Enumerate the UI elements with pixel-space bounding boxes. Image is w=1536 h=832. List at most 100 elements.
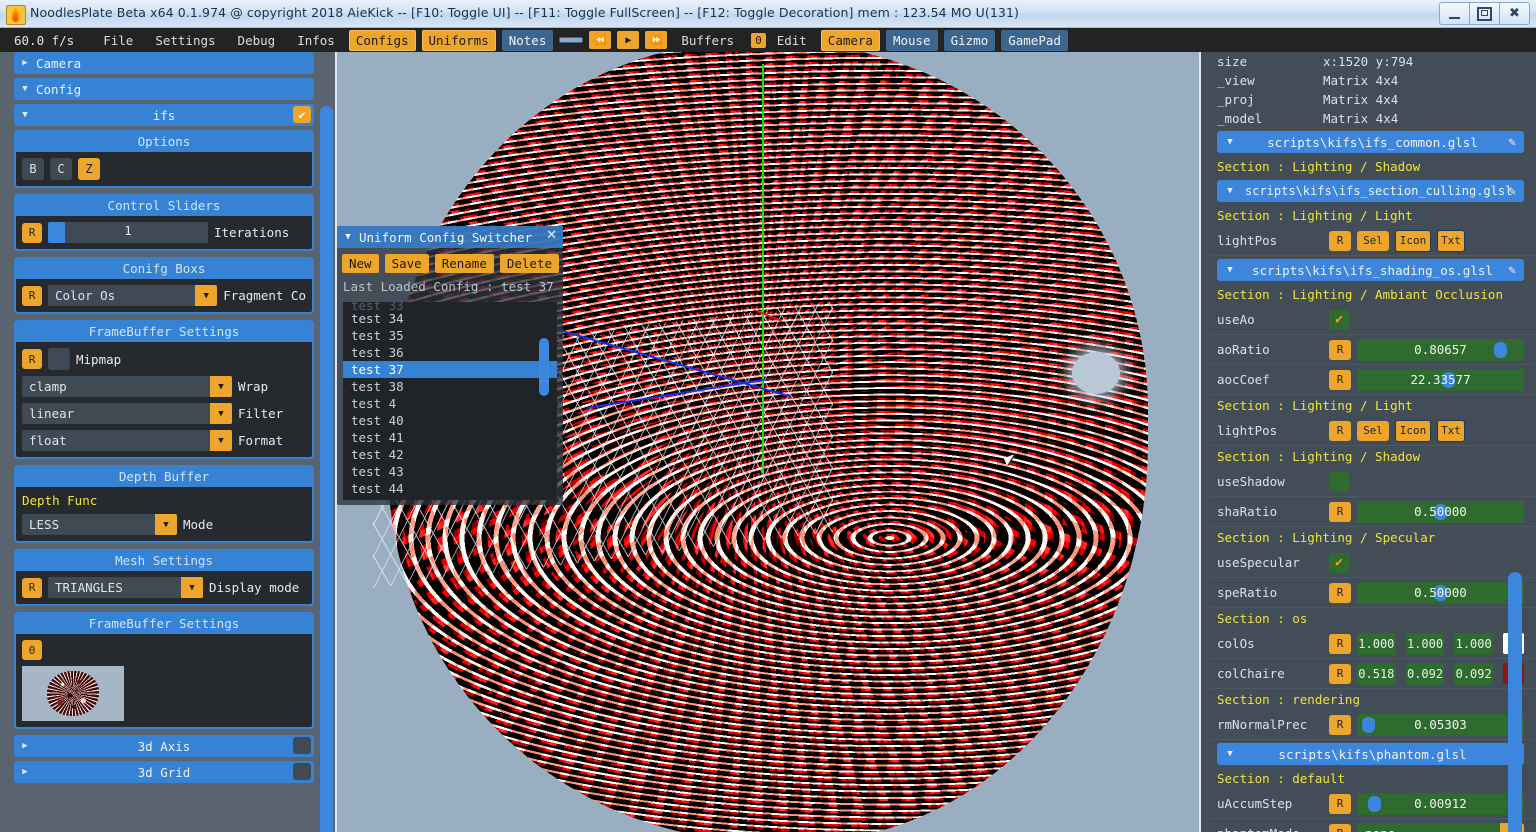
menu-settings[interactable]: Settings <box>144 31 226 50</box>
list-item[interactable]: test 44 <box>343 480 557 497</box>
tab-notes[interactable]: Notes <box>501 29 554 51</box>
shader-file-bar[interactable]: ▼ scripts\kifs\ifs_section_culling.glsl ✎ <box>1217 180 1524 202</box>
chevron-down-icon[interactable]: ▼ <box>210 430 232 451</box>
shader-file-bar[interactable]: ▼ scripts\kifs\ifs_shading_os.glsl ✎ <box>1217 259 1524 281</box>
uniform-combo[interactable]: none▼ <box>1357 822 1524 832</box>
uniform-reset-button[interactable]: R <box>1329 582 1351 603</box>
buffer-index-button[interactable]: 0 <box>22 640 42 660</box>
pencil-icon[interactable]: ✎ <box>1504 261 1520 278</box>
dialog-close-icon[interactable]: ✕ <box>546 228 557 243</box>
display-mode-combo[interactable]: TRIANGLES ▼ <box>48 577 203 598</box>
section-ifs[interactable]: ▼ ifs ✔ <box>14 104 314 126</box>
section-3d-grid[interactable]: ▶ 3d Grid <box>14 761 314 783</box>
list-item[interactable]: test 34 <box>343 310 557 327</box>
list-item[interactable]: test 42 <box>343 446 557 463</box>
list-item[interactable]: test 38 <box>343 378 557 395</box>
uniform-r-button[interactable]: R <box>1329 420 1351 441</box>
uniform-reset-button[interactable]: R <box>1329 793 1351 814</box>
uniform-color-component[interactable]: 0.092 <box>1454 662 1494 685</box>
uniform-checkbox[interactable]: ✔ <box>1329 552 1349 573</box>
menu-edit[interactable]: Edit <box>766 31 818 50</box>
uniform-slider[interactable]: 0.05303 <box>1357 713 1524 736</box>
section-config[interactable]: ▼ Config <box>14 78 314 100</box>
tab-camera[interactable]: Camera <box>820 29 880 51</box>
mesh-reset-button[interactable]: R <box>22 577 42 598</box>
first-frame-button[interactable]: ⏪ <box>589 31 612 49</box>
uniform-slider[interactable]: 0.50000 <box>1357 581 1524 604</box>
left-panel-scrollbar[interactable] <box>320 106 333 832</box>
uniform-checkbox[interactable] <box>1329 471 1349 492</box>
pencil-icon[interactable]: ✎ <box>1504 182 1520 199</box>
blank-toggle-button[interactable] <box>559 37 584 43</box>
colorOs-reset-button[interactable]: R <box>22 285 42 306</box>
mipmap-checkbox[interactable] <box>48 348 70 370</box>
ifs-enable-checkbox[interactable]: ✔ <box>293 106 311 123</box>
list-item[interactable]: test 35 <box>343 327 557 344</box>
minimize-button[interactable] <box>1439 2 1470 25</box>
list-item[interactable]: test 37 <box>343 361 557 378</box>
chevron-down-icon[interactable]: ▼ <box>1217 749 1243 759</box>
mipmap-reset-button[interactable]: R <box>22 349 42 369</box>
uniform-reset-button[interactable]: R <box>1329 633 1351 654</box>
uniform-color-component[interactable]: 1.000 <box>1357 632 1396 655</box>
save-config-button[interactable]: Save <box>384 254 429 273</box>
tab-gamepad[interactable]: GamePad <box>1001 29 1068 51</box>
last-frame-button[interactable]: ⏩ <box>645 31 668 49</box>
option-b-button[interactable]: B <box>22 158 44 180</box>
iterations-reset-button[interactable]: R <box>22 222 42 243</box>
wrap-combo[interactable]: clamp ▼ <box>22 376 232 397</box>
list-item[interactable]: test 41 <box>343 429 557 446</box>
chevron-down-icon[interactable]: ▼ <box>1217 186 1243 196</box>
uniform-icon-button[interactable]: Icon <box>1395 419 1431 442</box>
uniform-slider[interactable]: 22.33577 <box>1357 368 1524 391</box>
menu-buffers[interactable]: Buffers <box>670 31 745 50</box>
list-item[interactable]: test 43 <box>343 463 557 480</box>
format-combo[interactable]: float ▼ <box>22 430 232 451</box>
uniform-slider[interactable]: 0.00912 <box>1357 792 1524 815</box>
uniform-reset-button[interactable]: R <box>1329 663 1351 684</box>
uniform-slider[interactable]: 0.80657 <box>1357 338 1524 361</box>
menu-infos[interactable]: Infos <box>286 31 346 50</box>
uniform-r-button[interactable]: R <box>1329 230 1351 251</box>
uniform-reset-button[interactable]: R <box>1329 501 1351 522</box>
section-3d-axis[interactable]: ▶ 3d Axis <box>14 735 314 757</box>
3d-axis-checkbox[interactable] <box>293 737 311 754</box>
chevron-down-icon[interactable]: ▼ <box>155 514 177 535</box>
option-c-button[interactable]: C <box>50 158 72 180</box>
iterations-slider[interactable]: 1 <box>48 222 208 243</box>
option-z-button[interactable]: Z <box>78 158 100 180</box>
shader-file-bar[interactable]: ▼ scripts\kifs\ifs_common.glsl ✎ <box>1217 131 1524 153</box>
colorOs-combo[interactable]: Color Os ▼ <box>48 285 218 306</box>
uniform-reset-button[interactable]: R <box>1329 369 1351 390</box>
uniform-slider[interactable]: 0.50000 <box>1357 500 1524 523</box>
rename-config-button[interactable]: Rename <box>434 254 494 273</box>
uniform-color-component[interactable]: 0.518 <box>1357 662 1396 685</box>
uniform-reset-button[interactable]: R <box>1329 339 1351 360</box>
uniform-reset-button[interactable]: R <box>1329 823 1351 832</box>
section-camera[interactable]: ▶ Camera <box>14 52 314 74</box>
chevron-down-icon[interactable]: ▼ <box>337 232 359 242</box>
chevron-down-icon[interactable]: ▼ <box>1217 265 1243 275</box>
uniform-icon-button[interactable]: Icon <box>1395 229 1431 252</box>
list-item[interactable]: test 4 <box>343 395 557 412</box>
3d-grid-checkbox[interactable] <box>293 763 311 780</box>
uniform-reset-button[interactable]: R <box>1329 714 1351 735</box>
chevron-down-icon[interactable]: ▼ <box>1217 137 1243 147</box>
play-button[interactable]: ▶ <box>617 31 640 49</box>
uniform-color-component[interactable]: 0.092 <box>1405 662 1445 685</box>
uniform-txt-button[interactable]: Txt <box>1437 419 1465 442</box>
maximize-button[interactable] <box>1470 2 1500 25</box>
uniform-color-component[interactable]: 1.000 <box>1405 632 1445 655</box>
depth-mode-combo[interactable]: LESS ▼ <box>22 514 177 535</box>
tab-mouse[interactable]: Mouse <box>885 29 938 51</box>
list-item[interactable]: test 40 <box>343 412 557 429</box>
uniform-txt-button[interactable]: Txt <box>1437 229 1465 252</box>
uniform-sel-button[interactable]: Sel <box>1357 420 1389 441</box>
chevron-down-icon[interactable]: ▼ <box>210 403 232 424</box>
menu-file[interactable]: File <box>92 31 144 50</box>
chevron-down-icon[interactable]: ▼ <box>210 376 232 397</box>
new-config-button[interactable]: New <box>342 254 379 273</box>
filter-combo[interactable]: linear ▼ <box>22 403 232 424</box>
uniform-color-component[interactable]: 1.000 <box>1454 632 1494 655</box>
framebuffer-thumbnail[interactable] <box>22 666 124 721</box>
